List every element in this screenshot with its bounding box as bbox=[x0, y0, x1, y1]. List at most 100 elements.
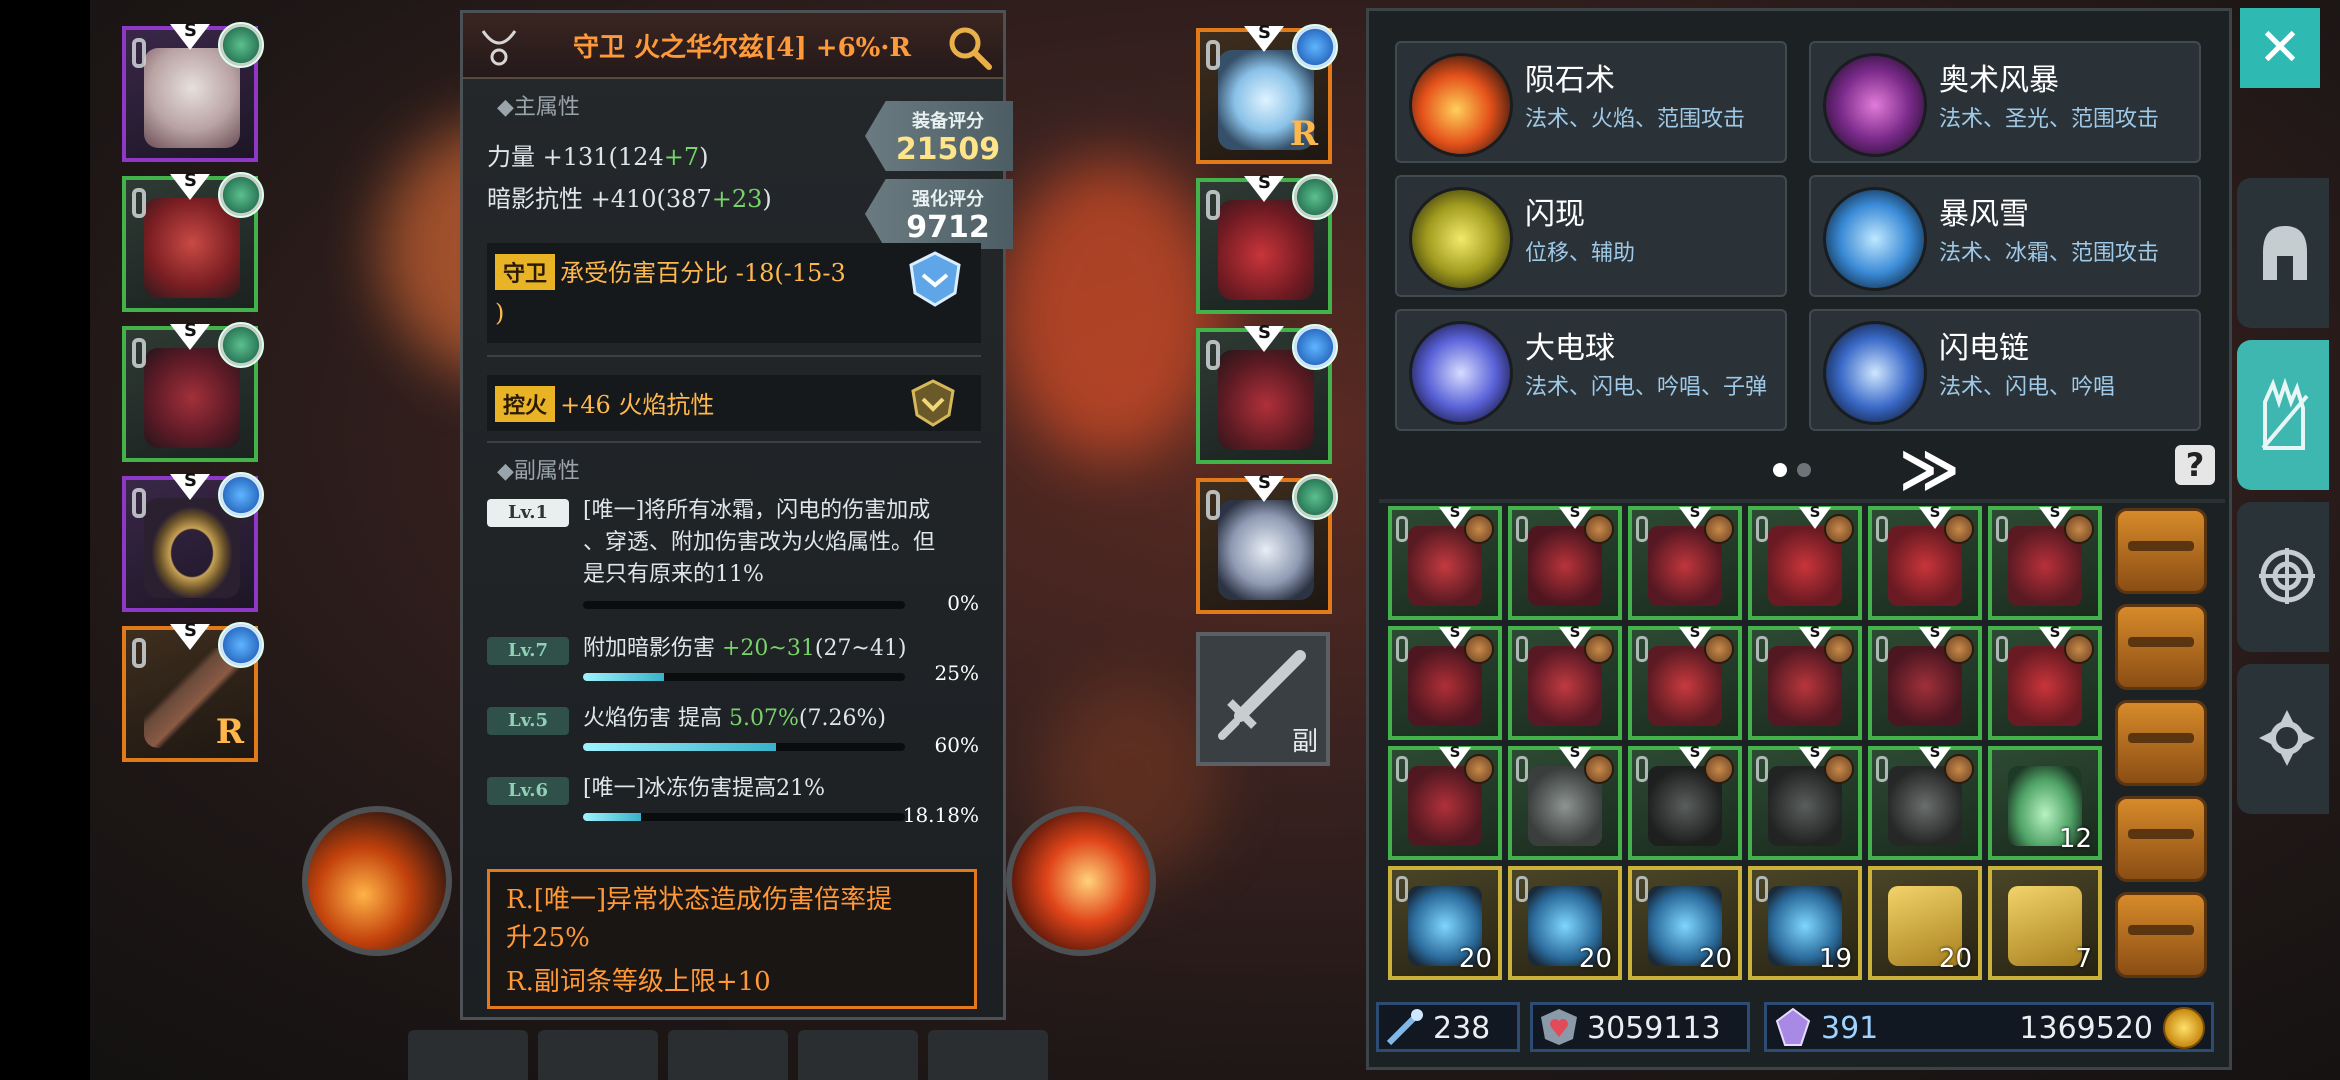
rank-icon bbox=[1584, 754, 1614, 784]
inventory-item[interactable]: S bbox=[1868, 503, 1982, 620]
inventory-item-scroll[interactable]: 20 bbox=[1388, 866, 1502, 980]
bag-tab[interactable] bbox=[2115, 796, 2207, 882]
equip-slot-amulet[interactable]: S R bbox=[1196, 22, 1338, 164]
tab-settings[interactable] bbox=[2237, 664, 2329, 814]
inventory-item[interactable]: S bbox=[1628, 743, 1742, 860]
bag-tab[interactable] bbox=[2115, 604, 2207, 690]
magnifier-icon[interactable] bbox=[945, 23, 993, 71]
inventory-item[interactable]: S bbox=[1868, 743, 1982, 860]
tab-target[interactable] bbox=[2237, 502, 2329, 652]
lock-icon bbox=[1636, 516, 1648, 542]
skill-card-meteor[interactable]: 陨石术 法术、火焰、范围攻击 bbox=[1395, 41, 1787, 163]
lock-icon bbox=[1636, 636, 1648, 662]
inventory-item-parchment[interactable]: 7 bbox=[1988, 866, 2102, 980]
lock-icon bbox=[132, 188, 146, 218]
inventory-item[interactable]: S bbox=[1388, 503, 1502, 620]
inventory-item[interactable]: S bbox=[1508, 623, 1622, 740]
inventory-item[interactable]: S bbox=[1748, 623, 1862, 740]
equip-slot-armor[interactable]: S bbox=[122, 170, 264, 312]
rank-badge-icon bbox=[1292, 174, 1338, 220]
inventory-item[interactable]: S bbox=[1508, 503, 1622, 620]
offhand-art bbox=[1218, 500, 1314, 600]
inventory-item[interactable]: S bbox=[1988, 623, 2102, 740]
lock-icon bbox=[132, 338, 146, 368]
inventory-item[interactable]: S bbox=[1628, 503, 1742, 620]
secondary-label: 副 bbox=[1291, 727, 1318, 757]
bottom-tab[interactable] bbox=[798, 1030, 918, 1080]
equip-slot-boots[interactable]: S bbox=[1196, 322, 1338, 464]
fire-skill-button[interactable] bbox=[1006, 806, 1156, 956]
page-dot[interactable] bbox=[1797, 463, 1811, 477]
rank-icon bbox=[1704, 514, 1734, 544]
main-stat-strength: 力量 +131(124+7) bbox=[487, 143, 709, 171]
bag-tab[interactable] bbox=[2115, 508, 2207, 594]
tab-equipment[interactable] bbox=[2237, 178, 2329, 328]
rarity-s-tag: S bbox=[1244, 472, 1284, 502]
affix-tag-fire: 控火 bbox=[495, 386, 556, 422]
skill-card-ball-lightning[interactable]: 大电球 法术、闪电、吟唱、子弹 bbox=[1395, 309, 1787, 431]
currency-gem: 238 bbox=[1376, 1002, 1520, 1052]
ring-art bbox=[144, 498, 240, 598]
gloves-art bbox=[1218, 200, 1314, 300]
sub-progress-bar bbox=[583, 813, 905, 821]
meteor-skill-button[interactable] bbox=[302, 806, 452, 956]
skill-card-chain-lightning[interactable]: 闪电链 法术、闪电、吟唱 bbox=[1809, 309, 2201, 431]
sub-attr-text: [唯一]冰冻伤害提高21% bbox=[583, 776, 826, 801]
close-button[interactable]: ✕ bbox=[2240, 8, 2320, 88]
inventory-item[interactable]: S bbox=[1748, 503, 1862, 620]
inventory-item[interactable]: S bbox=[1748, 743, 1862, 860]
equip-slot-staff[interactable]: S R bbox=[122, 620, 264, 762]
inventory-item[interactable]: S bbox=[1868, 623, 1982, 740]
rank-icon bbox=[1944, 514, 1974, 544]
inventory-item-parchment[interactable]: 20 bbox=[1868, 866, 1982, 980]
inventory-item[interactable]: S bbox=[1388, 743, 1502, 860]
currency-shards: 3059113 bbox=[1530, 1002, 1750, 1052]
currency-crystal-gold: 391 1369520 bbox=[1764, 1002, 2214, 1052]
r-mark: R bbox=[215, 712, 244, 752]
inventory-item[interactable]: S bbox=[1988, 503, 2102, 620]
next-page-button[interactable]: ≫ bbox=[1899, 435, 1960, 503]
helmet-icon bbox=[2263, 226, 2307, 280]
inventory-item[interactable]: S bbox=[1388, 623, 1502, 740]
main-stat-shadow-resist: 暗影抗性 +410(387+23) bbox=[487, 185, 772, 213]
bottom-tab[interactable] bbox=[668, 1030, 788, 1080]
rarity-s-tag: S bbox=[1244, 172, 1284, 202]
skill-card-blizzard[interactable]: 暴风雪 法术、冰霜、范围攻击 bbox=[1809, 175, 2201, 297]
inventory-item[interactable]: S bbox=[1508, 743, 1622, 860]
equip-slot-helmet[interactable]: S bbox=[122, 20, 264, 162]
enhance-score-box: 强化评分 9712 bbox=[865, 179, 1013, 249]
sub-attr-text: 附加暗影伤害 +20~31(27~41) bbox=[583, 636, 907, 661]
page-dot-active[interactable] bbox=[1773, 463, 1787, 477]
robe-art bbox=[144, 348, 240, 448]
bag-tab[interactable] bbox=[2115, 892, 2207, 978]
bottom-tab[interactable] bbox=[538, 1030, 658, 1080]
bag-tab[interactable] bbox=[2115, 700, 2207, 786]
tab-skills[interactable] bbox=[2237, 340, 2329, 490]
equip-slot-offhand[interactable]: S bbox=[1196, 472, 1338, 614]
lock-icon bbox=[1756, 516, 1768, 542]
inventory-item-scroll[interactable]: 20 bbox=[1628, 866, 1742, 980]
blizzard-icon bbox=[1823, 187, 1927, 291]
item-count: 12 bbox=[2058, 824, 2092, 854]
rarity-s-tag: S bbox=[170, 20, 210, 50]
item-count: 7 bbox=[2075, 944, 2092, 974]
bottom-tab[interactable] bbox=[928, 1030, 1048, 1080]
inventory-item[interactable]: S bbox=[1628, 623, 1742, 740]
skill-card-blink[interactable]: 闪现 位移、辅助 bbox=[1395, 175, 1787, 297]
rank-icon bbox=[1584, 514, 1614, 544]
skill-card-arcane-storm[interactable]: 奥术风暴 法术、圣光、范围攻击 bbox=[1809, 41, 2201, 163]
divider bbox=[487, 441, 981, 443]
bottom-tab[interactable] bbox=[408, 1030, 528, 1080]
target-icon bbox=[2259, 548, 2315, 604]
equip-slot-robe[interactable]: S bbox=[122, 320, 264, 462]
rank-badge-icon bbox=[218, 172, 264, 218]
help-button[interactable]: ? bbox=[2175, 445, 2215, 485]
inventory-item-scroll[interactable]: 19 bbox=[1748, 866, 1862, 980]
equip-slot-gloves[interactable]: S bbox=[1196, 172, 1338, 314]
equip-slot-ring[interactable]: S bbox=[122, 470, 264, 612]
lock-icon bbox=[132, 38, 146, 68]
lock-icon bbox=[1516, 516, 1528, 542]
equip-slot-secondary-weapon[interactable]: 副 bbox=[1196, 632, 1330, 766]
inventory-item-potion[interactable]: 12 bbox=[1988, 746, 2102, 860]
inventory-item-scroll[interactable]: 20 bbox=[1508, 866, 1622, 980]
